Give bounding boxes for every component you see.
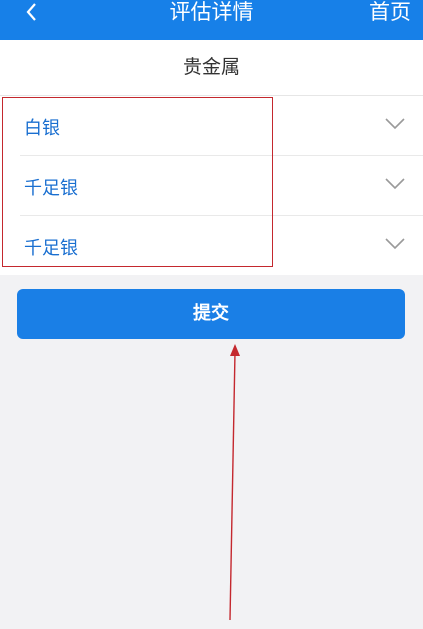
home-link[interactable]: 首页 (369, 0, 411, 24)
chevron-down-icon[interactable] (385, 238, 405, 250)
page-title: 评估详情 (169, 0, 254, 24)
chevron-down-icon[interactable] (385, 118, 405, 130)
annotation-highlight-box (2, 97, 273, 267)
top-navigation-bar: 评估详情 首页 (0, 0, 423, 40)
chevron-down-icon[interactable] (385, 178, 405, 190)
submit-button[interactable]: 提交 (17, 289, 405, 339)
annotation-arrow-icon (229, 344, 240, 621)
section-title: 贵金属 (182, 56, 240, 78)
